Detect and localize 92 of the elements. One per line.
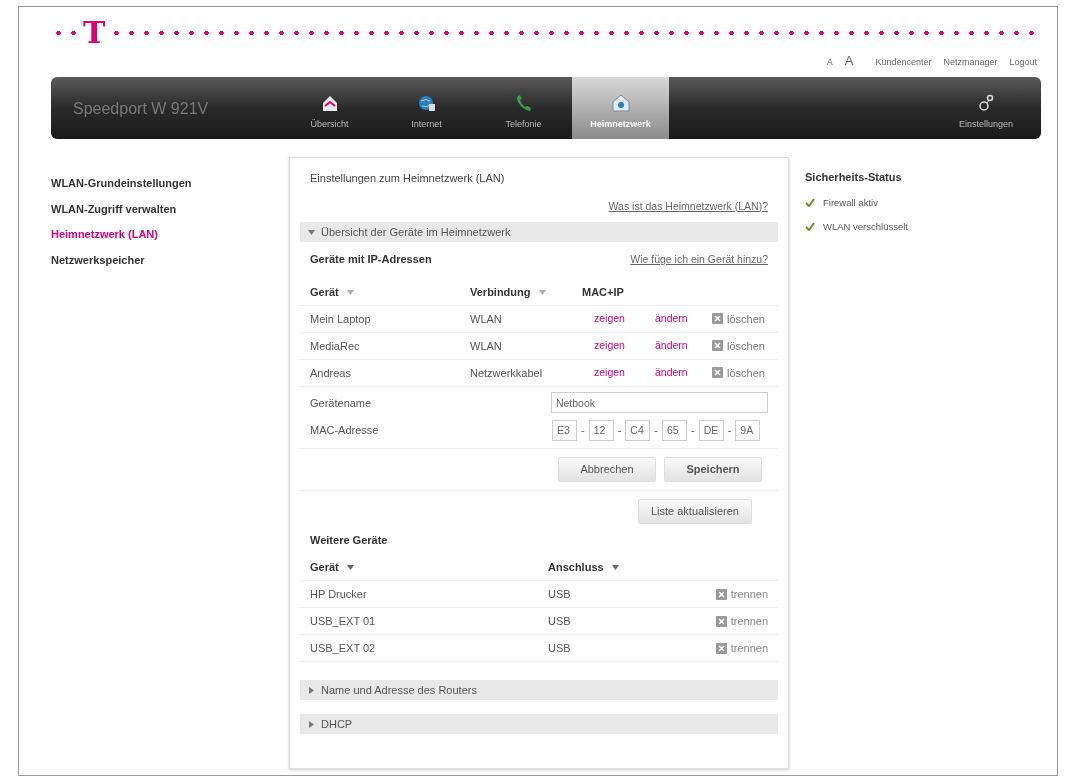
sidebar-item[interactable]: WLAN-Zugriff verwalten xyxy=(51,200,289,217)
separator-text: - xyxy=(691,423,695,438)
help-link[interactable]: Wie füge ich ein Gerät hinzu? xyxy=(630,251,768,268)
section-header[interactable]: DHCP xyxy=(300,714,778,735)
separator-text: - xyxy=(617,423,622,438)
disconnect-link[interactable]: trennen xyxy=(730,613,768,630)
mac-field[interactable]: DE xyxy=(698,419,724,441)
show-link[interactable]: zeigen xyxy=(582,310,647,327)
nav-tab[interactable]: Internet xyxy=(378,77,475,139)
name-field[interactable]: Netbook xyxy=(550,392,768,414)
column-header[interactable]: Anschluss xyxy=(548,559,604,576)
sort-caret-icon xyxy=(538,289,546,295)
delete-icon xyxy=(715,642,727,654)
field-label: Gerätename xyxy=(310,395,373,411)
nav-tab[interactable]: Übersicht xyxy=(281,77,378,139)
header-link[interactable]: Logout xyxy=(1009,56,1037,70)
sidebar-item[interactable]: WLAN-Grundeinstellungen xyxy=(51,175,289,192)
settings-icon xyxy=(977,93,995,112)
collapse-arrow-icon xyxy=(308,228,315,236)
subsection-title: Geräte mit IP-Adressen xyxy=(310,252,432,268)
mac-field[interactable]: C4 xyxy=(625,419,651,441)
column-header[interactable]: Verbindung xyxy=(470,284,531,301)
section-header[interactable]: Übersicht der Geräte im Heimnetzwerk xyxy=(300,222,778,243)
subsection-title: Weitere Geräte xyxy=(309,532,389,548)
table-cell-text: Mein Laptop xyxy=(310,311,372,327)
separator-text: - xyxy=(654,423,658,438)
table-cell-text: USB_EXT 02 xyxy=(310,641,377,656)
font-size-button[interactable]: A xyxy=(844,51,854,71)
cancel-button[interactable]: Abbrechen xyxy=(558,456,656,482)
delete-icon xyxy=(712,313,723,325)
separator-text: - xyxy=(581,423,585,438)
table-cell-text: HP Drucker xyxy=(310,587,368,602)
delete-icon xyxy=(715,615,727,627)
phone-icon xyxy=(514,93,533,112)
separator-text: - xyxy=(727,423,732,438)
font-size-button[interactable]: A xyxy=(826,56,833,70)
disconnect-link[interactable]: trennen xyxy=(730,640,768,657)
help-link[interactable]: Was ist das Heimnetzwerk (LAN)? xyxy=(608,198,768,215)
delete-icon xyxy=(715,588,727,600)
sort-caret-icon xyxy=(346,564,354,570)
mac-field[interactable]: 65 xyxy=(662,419,687,441)
check-icon xyxy=(805,222,815,232)
nav-tab[interactable]: Einstellungen xyxy=(931,77,1041,139)
check-icon xyxy=(805,198,815,208)
product-name: Speedport W 921V xyxy=(72,99,210,119)
header-link[interactable]: Kundencenter xyxy=(875,56,932,70)
save-button[interactable]: Speichern xyxy=(664,456,762,482)
sort-caret-icon xyxy=(346,289,354,295)
disconnect-link[interactable]: trennen xyxy=(730,586,768,603)
delete-link[interactable]: löschen xyxy=(727,364,765,381)
delete-icon xyxy=(712,367,723,379)
table-cell-text: USB xyxy=(548,641,572,656)
column-header[interactable]: Gerät xyxy=(310,284,339,301)
edit-link[interactable]: ändern xyxy=(647,337,712,354)
table-cell-text: USB xyxy=(548,614,572,629)
home-network-icon xyxy=(611,93,630,112)
delete-icon xyxy=(712,340,723,352)
status-title: Sicherheits-Status xyxy=(805,170,903,185)
sidebar-item[interactable]: Heimnetzwerk (LAN) xyxy=(51,226,289,243)
mac-field[interactable]: E3 xyxy=(552,419,577,441)
expand-arrow-icon xyxy=(308,720,315,728)
show-link[interactable]: zeigen xyxy=(582,337,647,354)
table-cell-text: Netzwerkkabel xyxy=(470,365,544,381)
column-header[interactable]: Gerät xyxy=(310,559,339,576)
delete-link[interactable]: löschen xyxy=(727,337,765,354)
sidebar-item[interactable]: Netzwerkspeicher xyxy=(51,251,289,268)
status-text: Firewall aktiv xyxy=(823,195,878,210)
table-cell-text: Andreas xyxy=(310,365,352,381)
delete-link[interactable]: löschen xyxy=(727,310,765,327)
field-label: MAC-Adresse xyxy=(310,423,380,438)
show-link[interactable]: zeigen xyxy=(582,364,647,381)
table-cell-text: USB xyxy=(548,587,572,602)
table-cell-text: WLAN xyxy=(470,311,503,327)
nav-tab[interactable]: Telefonie xyxy=(475,77,572,139)
table-cell-text: MediaRec xyxy=(310,338,361,354)
table-cell-text: WLAN xyxy=(470,338,503,354)
status-text: WLAN verschlüsselt xyxy=(823,219,908,234)
panel-title: Einstellungen zum Heimnetzwerk (LAN) xyxy=(309,171,506,186)
column-header: MAC+IP xyxy=(582,285,624,300)
refresh-button[interactable]: Liste aktualisieren xyxy=(637,498,752,524)
edit-link[interactable]: ändern xyxy=(647,364,712,381)
sort-caret-icon xyxy=(611,564,619,570)
table-cell-text: USB_EXT 01 xyxy=(310,614,377,629)
mac-field[interactable]: 12 xyxy=(588,419,614,441)
header-link[interactable]: Netzmanager xyxy=(943,56,998,70)
brand-logo: T xyxy=(83,18,106,48)
section-header[interactable]: Name und Adresse des Routers xyxy=(300,680,778,701)
expand-arrow-icon xyxy=(308,686,315,694)
edit-link[interactable]: ändern xyxy=(647,310,712,327)
house-icon xyxy=(320,93,339,112)
mac-field[interactable]: 9A xyxy=(735,419,761,441)
globe-icon xyxy=(417,93,436,112)
